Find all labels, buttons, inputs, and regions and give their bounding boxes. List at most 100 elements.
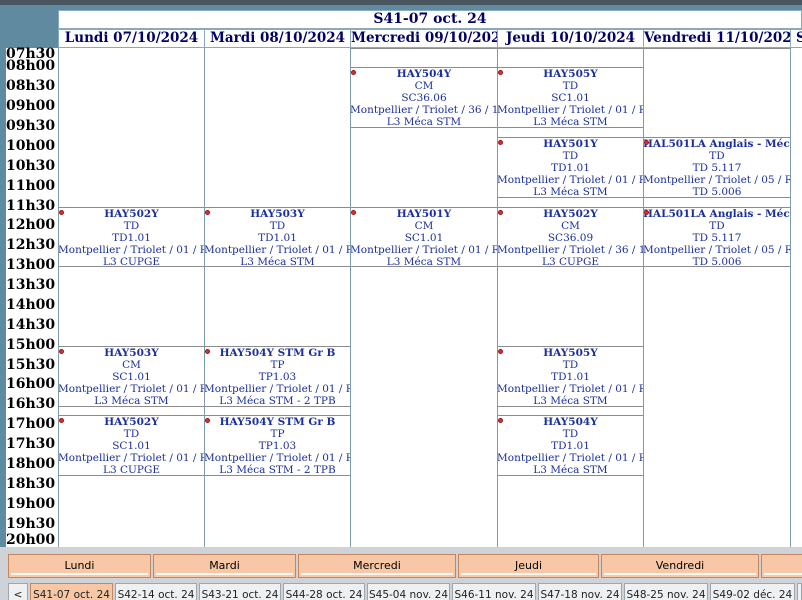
event-title: HAY503Y: [104, 347, 159, 359]
week-tab[interactable]: S46-11 nov. 24: [452, 583, 536, 600]
day-header-saturday[interactable]: S: [790, 29, 802, 48]
time-label: 11h00: [6, 178, 56, 194]
week-tab[interactable]: S42-14 oct. 24: [115, 583, 197, 600]
course-event[interactable]: HAY504Y STM Gr B TP TP1.03 Montpellier /…: [204, 346, 351, 407]
course-event[interactable]: HAY502Y TD SC1.01 Montpellier / Triolet …: [58, 415, 205, 476]
day-button-lundi[interactable]: Lundi: [8, 554, 151, 578]
time-label: 12h00: [6, 217, 56, 233]
event-group: L3 Méca STM - 2 TPB: [219, 395, 336, 407]
empty-slot: [350, 48, 498, 68]
time-label: 16h00: [6, 376, 56, 392]
event-site: Montpellier / Triolet / 05 / Rc: [643, 174, 791, 186]
day-header-wednesday[interactable]: Mercredi 09/10/2024: [350, 29, 498, 48]
empty-slot: [497, 48, 644, 68]
week-tab[interactable]: S47-18 nov. 24: [538, 583, 622, 600]
status-dot-icon: [644, 140, 649, 145]
week-tab[interactable]: S44-28 oct. 24: [283, 583, 365, 600]
day-header-monday[interactable]: Lundi 07/10/2024: [58, 29, 205, 48]
event-type: TP: [270, 428, 285, 440]
event-group: L3 Méca STM: [533, 116, 608, 128]
time-label: 10h30: [6, 158, 56, 174]
course-event[interactable]: HAL501LA Anglais - Méca TD TD 5.117 Mont…: [643, 207, 791, 267]
status-dot-icon: [351, 70, 356, 75]
event-title: HAY504Y: [543, 416, 598, 428]
course-event[interactable]: HAY501Y CM SC1.01 Montpellier / Triolet …: [350, 207, 498, 267]
day-button-vendredi[interactable]: Vendredi: [601, 554, 759, 578]
event-group: L3 CUPGE: [103, 256, 160, 267]
event-group: L3 Méca STM: [240, 256, 315, 267]
week-tab[interactable]: S48-25 nov. 24: [624, 583, 708, 600]
status-dot-icon: [59, 349, 64, 354]
event-title: HAL501LA Anglais - Méca: [643, 138, 791, 150]
event-title: HAY504Y STM Gr B: [219, 416, 336, 428]
event-title: HAY503Y: [250, 208, 305, 220]
event-title: HAY501Y: [543, 138, 598, 150]
column-divider: [790, 48, 791, 547]
day-button-mercredi[interactable]: Mercredi: [298, 554, 456, 578]
course-event[interactable]: HAY503Y CM SC1.01 Montpellier / Triolet …: [58, 346, 205, 407]
day-button-samedi[interactable]: [761, 554, 802, 578]
event-title: HAY502Y: [543, 208, 598, 220]
column-divider: [350, 48, 351, 547]
day-header-tuesday[interactable]: Mardi 08/10/2024: [204, 29, 351, 48]
status-dot-icon: [498, 349, 503, 354]
event-site: Montpellier / Triolet / 05 / Rc: [643, 244, 791, 256]
event-site: Montpellier / Triolet / 01 / Rc: [350, 244, 498, 256]
event-type: CM: [561, 220, 580, 232]
course-event[interactable]: HAY504Y STM Gr B TP TP1.03 Montpellier /…: [204, 415, 351, 476]
week-tab[interactable]: S49-02 déc. 24: [710, 583, 795, 600]
time-label: 15h00: [6, 337, 56, 353]
event-room: TD1.01: [551, 371, 590, 383]
event-title: HAY502Y: [104, 208, 159, 220]
empty-slot: [58, 266, 205, 347]
course-event[interactable]: HAL501LA Anglais - Méca TD TD 5.117 Mont…: [643, 137, 791, 198]
status-dot-icon: [205, 210, 210, 215]
time-label: 08h30: [6, 78, 56, 94]
event-room: TD1.01: [258, 232, 297, 244]
course-event[interactable]: HAY502Y CM SC36.09 Montpellier / Triolet…: [497, 207, 644, 267]
week-tab[interactable]: [797, 583, 802, 600]
course-event[interactable]: HAY502Y TD TD1.01 Montpellier / Triolet …: [58, 207, 205, 267]
event-group: TD 5.006: [692, 256, 742, 267]
event-site: Montpellier / Triolet / 36 / 1: [497, 244, 644, 256]
week-tab[interactable]: S43-21 oct. 24: [199, 583, 281, 600]
event-group: L3 Méca STM: [94, 395, 169, 407]
status-dot-icon: [644, 210, 649, 215]
week-tab[interactable]: S41-07 oct. 24: [30, 583, 113, 600]
event-type: TD: [562, 428, 579, 440]
empty-slot: [497, 266, 644, 347]
event-site: Montpellier / Triolet / 01 / Rc: [497, 383, 644, 395]
event-room: SC1.01: [112, 371, 151, 383]
event-title: HAY502Y: [104, 416, 159, 428]
day-header-thursday[interactable]: Jeudi 10/10/2024: [497, 29, 644, 48]
course-event[interactable]: HAY505Y TD SC1.01 Montpellier / Triolet …: [497, 67, 644, 128]
course-event[interactable]: HAY504Y CM SC36.06 Montpellier / Triolet…: [350, 67, 498, 128]
time-label: 19h00: [6, 496, 56, 512]
event-room: TD1.01: [112, 232, 151, 244]
event-site: Montpellier / Triolet / 01 / Rc: [58, 383, 205, 395]
week-tab[interactable]: S45-04 nov. 24: [367, 583, 450, 600]
day-header-friday[interactable]: Vendredi 11/10/2024: [643, 29, 791, 48]
event-title: HAY504Y: [396, 68, 452, 80]
course-event[interactable]: HAY503Y TD TD1.01 Montpellier / Triolet …: [204, 207, 351, 267]
event-type: TD: [562, 359, 579, 371]
event-type: CM: [414, 80, 434, 92]
event-site: Montpellier / Triolet / 01 / Rc: [497, 452, 644, 464]
time-label: 13h00: [6, 257, 56, 273]
time-label: 11h30: [6, 198, 56, 214]
empty-slot: [350, 127, 498, 208]
event-group: L3 Méca STM: [386, 256, 462, 267]
day-button-mardi[interactable]: Mardi: [153, 554, 296, 578]
time-label: 09h00: [6, 98, 56, 114]
course-event[interactable]: HAY505Y TD TD1.01 Montpellier / Triolet …: [497, 346, 644, 407]
event-room: TD 5.117: [692, 232, 742, 244]
event-room: SC1.01: [112, 440, 151, 452]
day-button-jeudi[interactable]: Jeudi: [458, 554, 599, 578]
course-event[interactable]: HAY501Y TD TD1.01 Montpellier / Triolet …: [497, 137, 644, 198]
course-event[interactable]: HAY504Y TD TD1.01 Montpellier / Triolet …: [497, 415, 644, 476]
column-divider: [497, 48, 498, 547]
event-type: CM: [122, 359, 141, 371]
event-type: TD: [562, 150, 579, 162]
prev-week-button[interactable]: <: [8, 583, 28, 600]
event-site: Montpellier / Triolet / 01 / Rc: [58, 452, 205, 464]
